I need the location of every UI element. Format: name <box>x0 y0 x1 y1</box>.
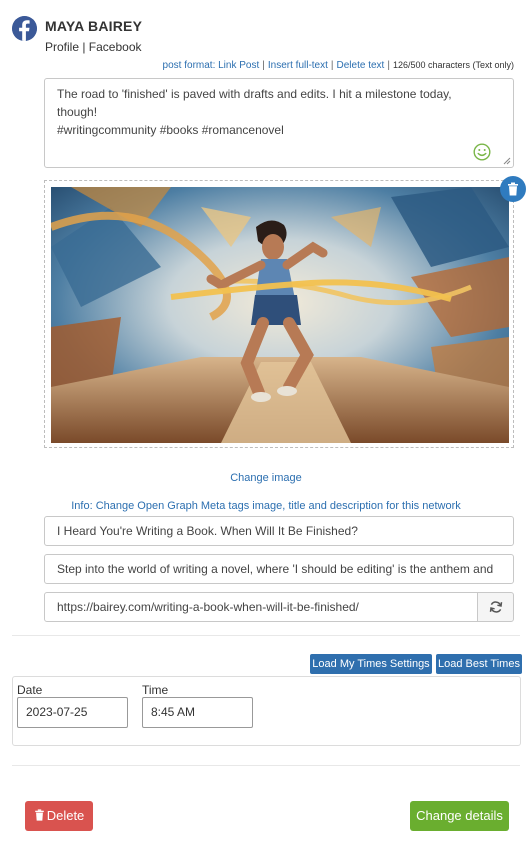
facebook-icon <box>12 16 37 41</box>
time-input[interactable]: 8:45 AM <box>142 697 253 728</box>
insert-full-text-link[interactable]: Insert full-text <box>268 60 328 71</box>
refresh-icon <box>489 601 502 613</box>
separator: | <box>387 60 390 71</box>
separator: | <box>330 60 334 71</box>
og-info-text: Info: Change Open Graph Meta tags image,… <box>71 500 461 512</box>
trash-icon <box>34 809 44 821</box>
post-image <box>51 187 509 443</box>
delete-button-label: Delete <box>46 808 85 823</box>
smile-icon[interactable] <box>473 143 491 161</box>
delete-button[interactable]: Delete <box>25 801 93 831</box>
og-url-field[interactable]: https://bairey.com/writing-a-book-when-w… <box>44 592 478 622</box>
divider <box>12 635 520 636</box>
load-my-times-button[interactable]: Load My Times Settings <box>310 654 432 674</box>
post-format-bar: post format: Link Post | Insert full-text |… <box>163 60 514 71</box>
og-description-field[interactable]: Step into the world of writing a novel, … <box>44 554 514 584</box>
character-count: 126/500 characters (Text only) <box>392 60 514 70</box>
date-input[interactable]: 2023-07-25 <box>17 697 128 728</box>
resize-grip-icon[interactable] <box>503 157 511 165</box>
load-best-times-button[interactable]: Load Best Times <box>436 654 522 674</box>
change-image-link[interactable]: Change image <box>0 472 532 484</box>
delete-text-link[interactable]: Delete text <box>337 60 385 71</box>
time-label: Time <box>142 683 169 697</box>
separator: | <box>262 60 265 71</box>
trash-icon <box>508 182 518 196</box>
account-name: MAYA BAIREY <box>45 18 143 34</box>
post-text-area[interactable]: The road to 'finished' is paved with dra… <box>44 78 514 168</box>
divider <box>12 765 520 766</box>
refresh-url-button[interactable] <box>477 592 514 622</box>
post-format-link[interactable]: post format: Link Post <box>163 60 260 71</box>
date-label: Date <box>17 683 43 697</box>
post-text[interactable]: The road to 'finished' is paved with dra… <box>57 85 483 139</box>
delete-image-button[interactable] <box>500 176 526 202</box>
og-title-field[interactable]: I Heard You're Writing a Book. When Will… <box>44 516 514 546</box>
account-subtitle: Profile | Facebook <box>45 40 142 54</box>
post-image-frame <box>44 180 514 448</box>
change-details-button[interactable]: Change details <box>410 801 509 831</box>
